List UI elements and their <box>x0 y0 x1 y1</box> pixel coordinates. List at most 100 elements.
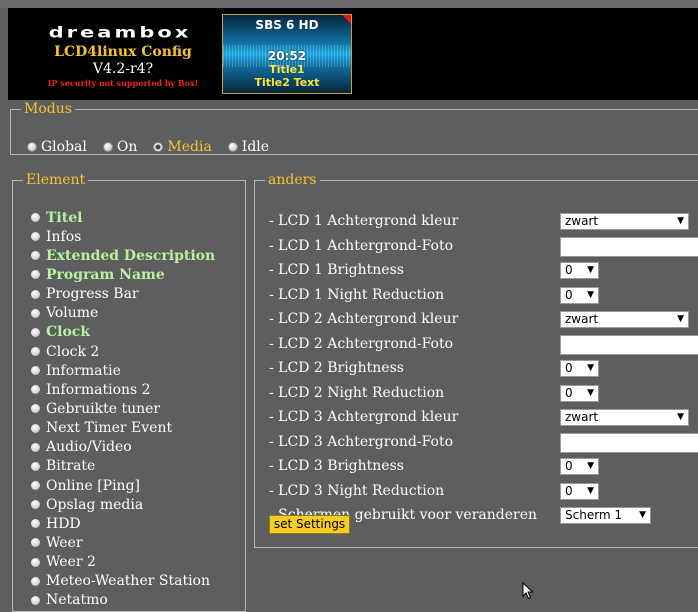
element-item-label: Gebruikte tuner <box>46 400 161 417</box>
dropdown-arrow-icon[interactable]: ▼ <box>677 312 684 327</box>
select-value: 0 <box>565 483 573 498</box>
bullet-icon <box>31 232 40 242</box>
anders-legend: anders <box>268 172 317 188</box>
element-list-item[interactable]: Meteo-Weather Station <box>31 572 215 591</box>
element-list-item[interactable]: Online [Ping] <box>31 476 215 495</box>
setting-select[interactable]: 0 ▼ <box>560 384 599 402</box>
photo-path-input[interactable] <box>560 432 698 453</box>
bullet-icon <box>31 557 40 567</box>
element-group: Element Titel Infos Extended Description Pr… <box>12 172 246 612</box>
bullet-icon <box>31 519 40 529</box>
element-item-label: Clock <box>46 324 91 341</box>
element-list: Titel Infos Extended Description Program Na… <box>31 208 215 610</box>
dropdown-arrow-icon[interactable]: ▼ <box>587 263 594 278</box>
dropdown-arrow-icon[interactable]: ▼ <box>587 361 594 376</box>
element-list-item[interactable]: Gebruikte tuner <box>31 399 215 418</box>
dropdown-arrow-icon[interactable]: ▼ <box>587 386 594 401</box>
select-value: 0 <box>565 263 573 277</box>
element-list-item[interactable]: Informatie <box>31 361 215 380</box>
setting-label: - LCD 2 Brightness <box>269 360 404 376</box>
photo-path-input[interactable] <box>560 236 698 257</box>
setting-select[interactable]: 0 ▼ <box>560 262 599 279</box>
setting-select[interactable]: zwart ▼ <box>560 311 689 328</box>
mouse-pointer-icon <box>522 582 534 600</box>
bullet-icon <box>31 251 40 261</box>
element-list-item[interactable]: Clock 2 <box>31 342 215 361</box>
photo-path-input[interactable] <box>560 334 698 355</box>
dropdown-arrow-icon[interactable]: ▼ <box>587 484 594 499</box>
dropdown-arrow-icon[interactable]: ▼ <box>639 508 646 523</box>
setting-select[interactable]: 0 ▼ <box>560 458 599 475</box>
bullet-icon <box>31 366 40 376</box>
radio-label: Idle <box>241 139 270 155</box>
lcd-title1: Title1 <box>269 63 305 76</box>
modus-radio-on[interactable]: On <box>102 139 138 155</box>
radio-button-icon[interactable] <box>227 142 238 152</box>
anders-group: anders - LCD 1 Achtergrond kleur zwart ▼ - … <box>254 172 698 548</box>
dropdown-arrow-icon[interactable]: ▼ <box>677 214 684 229</box>
setting-row: - LCD 2 Brightness 0 ▼ <box>269 359 698 384</box>
setting-select[interactable]: zwart ▼ <box>560 409 689 426</box>
bullet-icon <box>31 385 40 395</box>
element-item-label: Opslag media <box>46 496 144 513</box>
element-list-item[interactable]: Progress Bar <box>31 285 215 304</box>
setting-select[interactable]: 0 ▼ <box>560 482 599 500</box>
element-list-item[interactable]: Clock <box>31 323 215 342</box>
element-list-item[interactable]: Netatmo <box>31 591 215 610</box>
bullet-icon <box>31 289 40 299</box>
lcd-preview-image[interactable]: SBS 6 HD 20:52 Title1 Title2 Text <box>222 14 352 94</box>
modus-radio-global[interactable]: Global <box>27 139 87 155</box>
lcd-channel-name: SBS 6 HD <box>255 18 319 32</box>
setting-select[interactable]: 0 ▼ <box>560 286 599 304</box>
element-list-item[interactable]: Bitrate <box>31 457 215 476</box>
app-version: V4.2-r4? <box>92 61 154 77</box>
element-list-item[interactable]: Next Timer Event <box>31 419 215 438</box>
radio-button-icon[interactable] <box>153 142 164 152</box>
element-item-label: Meteo-Weather Station <box>46 573 210 590</box>
dreambox-logo: dreambox <box>48 24 192 42</box>
lcd-title2: Title2 Text <box>254 76 320 89</box>
element-item-label: Infos <box>46 228 82 245</box>
element-list-item[interactable]: Infos <box>31 227 215 246</box>
setting-label: - LCD 3 Achtergrond kleur <box>269 409 459 425</box>
radio-button-icon[interactable] <box>102 142 113 152</box>
element-item-label: HDD <box>46 515 81 532</box>
element-list-item[interactable]: Opslag media <box>31 495 215 514</box>
bullet-icon <box>31 442 40 452</box>
element-list-item[interactable]: Program Name <box>31 265 215 284</box>
element-item-label: Titel <box>46 209 83 226</box>
element-list-item[interactable]: Titel <box>31 208 215 227</box>
bullet-icon <box>31 595 40 605</box>
select-value: zwart <box>565 214 599 228</box>
setting-row: - LCD 2 Achtergrond kleur zwart ▼ <box>269 310 698 335</box>
set-settings-button[interactable]: set Settings <box>269 515 350 534</box>
element-list-item[interactable]: Weer <box>31 533 215 552</box>
radio-label: Media <box>167 139 212 155</box>
element-list-item[interactable]: Weer 2 <box>31 553 215 572</box>
bullet-icon <box>31 500 40 510</box>
select-value: zwart <box>565 312 599 326</box>
setting-select[interactable]: Scherm 1 ▼ <box>560 507 651 524</box>
modus-radio-media[interactable]: Media <box>153 139 212 155</box>
radio-button-icon[interactable] <box>27 142 37 152</box>
modus-radio-idle[interactable]: Idle <box>227 139 270 155</box>
setting-row: - LCD 1 Achtergrond-Foto <box>269 236 698 262</box>
dropdown-arrow-icon[interactable]: ▼ <box>587 459 594 474</box>
dropdown-arrow-icon[interactable]: ▼ <box>587 288 594 303</box>
element-item-label: Bitrate <box>46 458 96 475</box>
setting-row: - LCD 2 Achtergrond-Foto <box>269 334 698 360</box>
setting-label: - LCD 3 Brightness <box>269 458 404 474</box>
element-list-item[interactable]: Extended Description <box>31 246 215 265</box>
element-list-item[interactable]: Volume <box>31 304 215 323</box>
element-list-item[interactable]: HDD <box>31 514 215 533</box>
radio-label: On <box>116 139 138 155</box>
element-list-item[interactable]: Audio/Video <box>31 438 215 457</box>
setting-select[interactable]: zwart ▼ <box>560 213 689 230</box>
modus-radio-row: Global On Media Idle <box>27 139 285 155</box>
dropdown-arrow-icon[interactable]: ▼ <box>677 410 684 425</box>
element-item-label: Audio/Video <box>46 439 132 456</box>
element-item-label: Informations 2 <box>46 381 151 398</box>
element-list-item[interactable]: Informations 2 <box>31 380 215 399</box>
bullet-icon <box>31 423 40 433</box>
setting-select[interactable]: 0 ▼ <box>560 360 599 377</box>
